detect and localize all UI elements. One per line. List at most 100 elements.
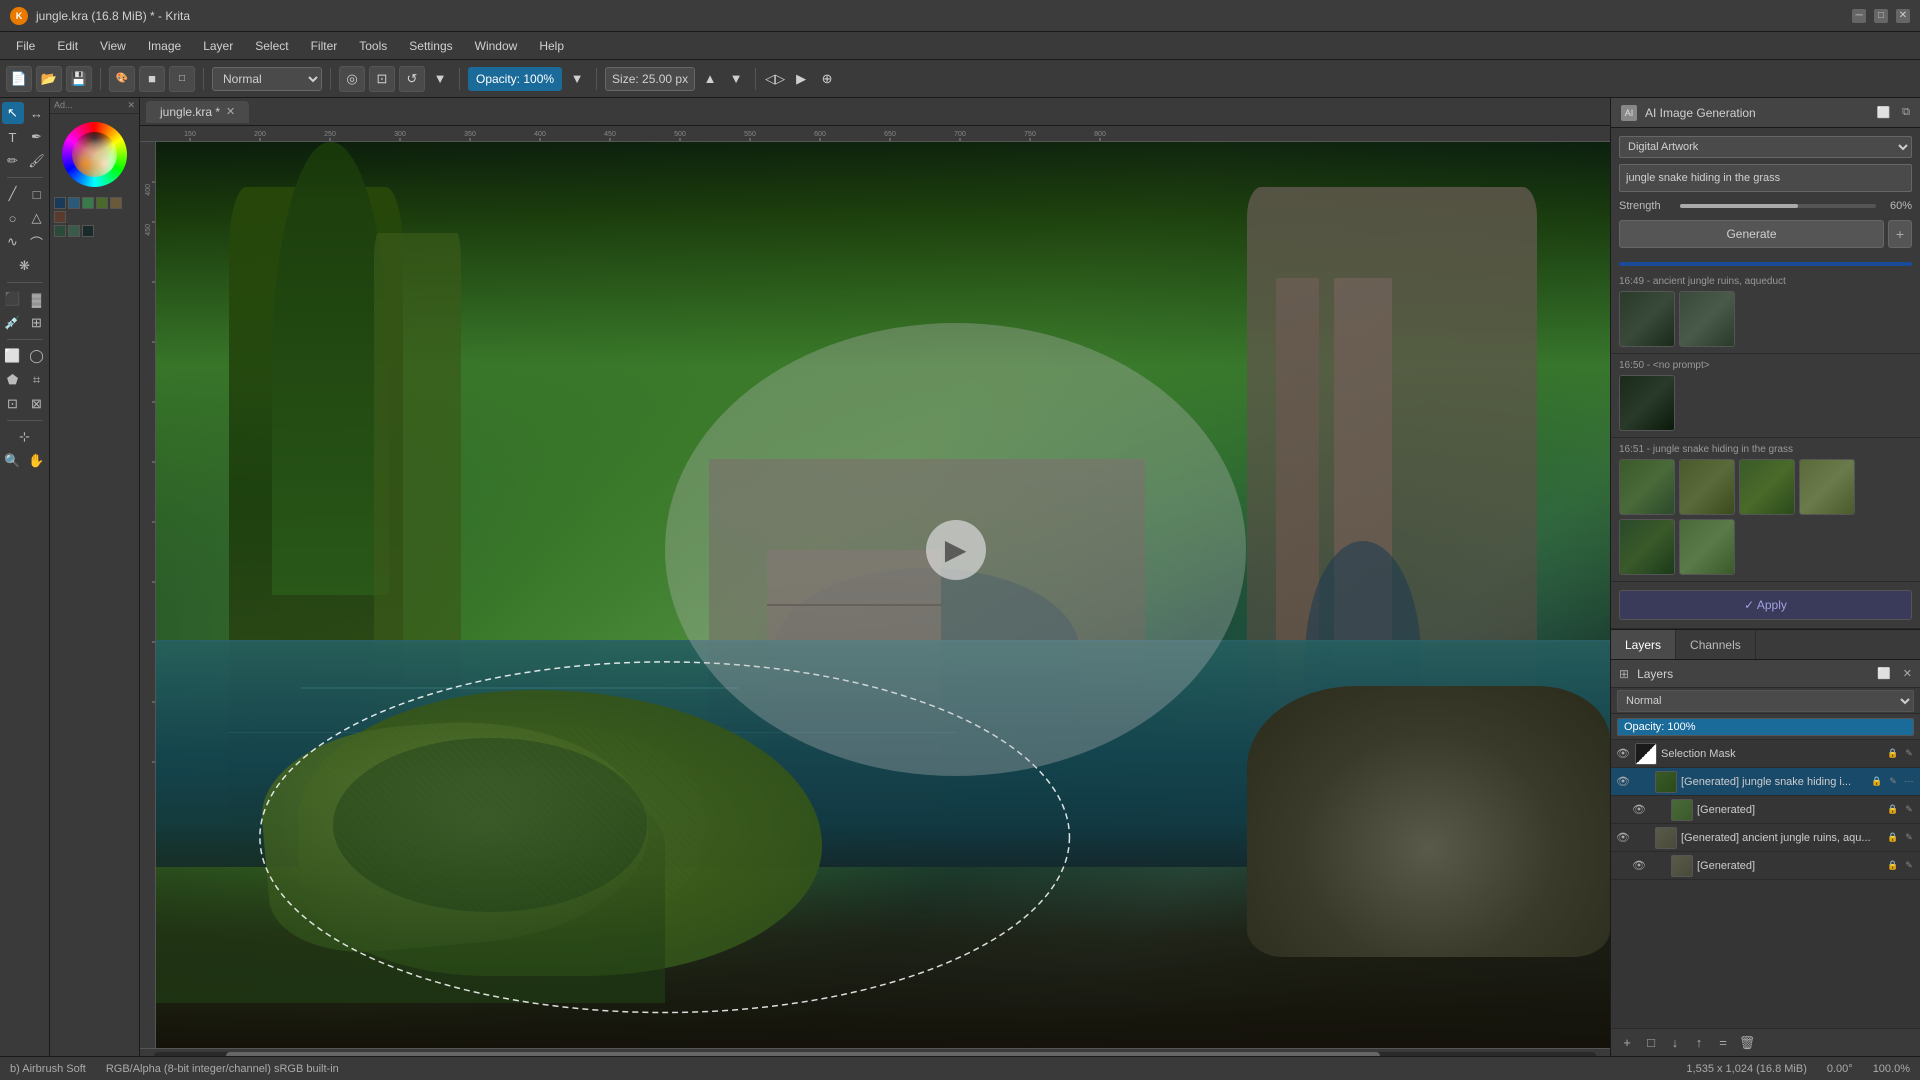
tool-fill[interactable]: ⬛	[2, 288, 24, 310]
layers-panel-float[interactable]: ⬜	[1877, 667, 1891, 680]
reset-brush-btn[interactable]: ↺	[399, 66, 425, 92]
menu-select[interactable]: Select	[245, 36, 298, 56]
size-stepper-up[interactable]: ▲	[699, 68, 721, 90]
layer-lock-sub-1[interactable]: 🔒	[1886, 803, 1900, 817]
tool-rect-select[interactable]: ⬜	[2, 345, 24, 367]
layer-vis-generated-snake[interactable]: 👁	[1615, 774, 1631, 790]
tool-calligraphy[interactable]: ✒	[26, 126, 48, 148]
ai-panel-detach[interactable]: ⧉	[1902, 106, 1910, 119]
opacity-control[interactable]: Opacity: 100%	[468, 67, 562, 91]
tab-channels[interactable]: Channels	[1676, 630, 1756, 659]
layer-generated-ruins[interactable]: 👁 [Generated] ancient jungle ruins, aqu.…	[1611, 824, 1920, 852]
bg-color-btn[interactable]: □	[169, 66, 195, 92]
tool-smart-patch[interactable]: ⊞	[26, 312, 48, 334]
layer-edit-ruins[interactable]: ✎	[1902, 831, 1916, 845]
size-stepper-down[interactable]: ▼	[725, 68, 747, 90]
preserve-alpha-btn[interactable]: ⊡	[369, 66, 395, 92]
canvas-tab-jungle[interactable]: jungle.kra * ✕	[146, 101, 249, 123]
gen-thumb-snake-1[interactable]	[1619, 459, 1675, 515]
tool-select[interactable]: ↖	[2, 102, 24, 124]
layer-delete-button[interactable]: 🗑	[1737, 1033, 1757, 1053]
ai-prompt-input[interactable]	[1619, 164, 1912, 192]
layer-generated-sub-1[interactable]: 👁 [Generated] 🔒 ✎	[1611, 796, 1920, 824]
layer-duplicate-button[interactable]: □	[1641, 1033, 1661, 1053]
layer-opacity-bar[interactable]: Opacity: 100%	[1617, 718, 1914, 736]
blend-mode-select[interactable]: Normal	[212, 67, 322, 91]
tool-polygon[interactable]: △	[26, 207, 48, 229]
layer-generated-sub-2[interactable]: 👁 [Generated] 🔒 ✎	[1611, 852, 1920, 880]
layer-edit-selection-mask[interactable]: ✎	[1902, 747, 1916, 761]
tool-contiguous-select[interactable]: ⊡	[2, 393, 24, 415]
gen-thumb-dark-1[interactable]	[1619, 375, 1675, 431]
gen-thumb-snake-5[interactable]	[1619, 519, 1675, 575]
layer-more-generated-snake[interactable]: ⋯	[1902, 775, 1916, 789]
tool-crop[interactable]: ⊹	[14, 426, 36, 448]
layer-edit-sub-1[interactable]: ✎	[1902, 803, 1916, 817]
layer-selection-mask[interactable]: 👁 Selection Mask 🔒 ✎	[1611, 740, 1920, 768]
minimize-button[interactable]: ─	[1852, 9, 1866, 23]
tool-zoom[interactable]: 🔍	[2, 450, 24, 472]
menu-filter[interactable]: Filter	[301, 36, 348, 56]
gen-thumb-snake-3[interactable]	[1739, 459, 1795, 515]
layer-move-up-button[interactable]: ↑	[1689, 1033, 1709, 1053]
fg-bg-color-btn[interactable]: ■	[139, 66, 165, 92]
brush-flow-btn[interactable]: ▶	[790, 68, 812, 90]
layer-vis-generated-sub-1[interactable]: 👁	[1631, 802, 1647, 818]
layer-move-down-button[interactable]: ↓	[1665, 1033, 1685, 1053]
layer-blend-select[interactable]: Normal	[1617, 690, 1914, 712]
h-scrollbar[interactable]	[140, 1048, 1610, 1056]
tool-gradient[interactable]: ▓	[26, 288, 48, 310]
gen-thumb-ruins-2[interactable]	[1679, 291, 1735, 347]
tool-text[interactable]: T	[2, 126, 24, 148]
layer-generated-snake[interactable]: 👁 [Generated] jungle snake hiding i... 🔒…	[1611, 768, 1920, 796]
color-wheel-area[interactable]	[50, 114, 139, 195]
menu-file[interactable]: File	[6, 36, 45, 56]
tool-similar-select[interactable]: ⊠	[26, 393, 48, 415]
swatch-brown[interactable]	[110, 197, 122, 209]
menu-tools[interactable]: Tools	[349, 36, 397, 56]
swatch-dark-teal[interactable]	[54, 225, 66, 237]
tool-bezier[interactable]: ∿	[2, 231, 24, 253]
tool-freehand-select[interactable]: ⌗	[26, 369, 48, 391]
layer-lock-generated-snake[interactable]: 🔒	[1870, 775, 1884, 789]
ai-add-button[interactable]: +	[1888, 220, 1912, 248]
ai-category-select[interactable]: Digital Artwork	[1619, 136, 1912, 158]
tool-rectangle[interactable]: □	[26, 183, 48, 205]
tool-freehand[interactable]: ✏	[2, 150, 24, 172]
maximize-button[interactable]: □	[1874, 9, 1888, 23]
brush-direction-btn[interactable]: ◁▷	[764, 68, 786, 90]
layer-edit-generated-snake[interactable]: ✎	[1886, 775, 1900, 789]
canvas-tab-close[interactable]: ✕	[226, 105, 235, 118]
menu-layer[interactable]: Layer	[193, 36, 243, 56]
mirror-btn[interactable]: ⊕	[816, 68, 838, 90]
ai-strength-slider[interactable]	[1680, 204, 1876, 208]
tool-brush[interactable]: 🖌	[26, 150, 48, 172]
swatch-dark-blue[interactable]	[54, 197, 66, 209]
colors-panel-close[interactable]: ✕	[127, 100, 135, 111]
swatch-olive[interactable]	[96, 197, 108, 209]
tool-line[interactable]: ╱	[2, 183, 24, 205]
menu-settings[interactable]: Settings	[399, 36, 462, 56]
h-scrollbar-track[interactable]	[154, 1052, 1596, 1057]
swatch-darkest[interactable]	[82, 225, 94, 237]
gen-thumb-snake-6[interactable]	[1679, 519, 1735, 575]
tool-eyedropper[interactable]: 💉	[2, 312, 24, 334]
tool-pan[interactable]: ✋	[26, 450, 48, 472]
menu-edit[interactable]: Edit	[47, 36, 88, 56]
tool-polygon-select[interactable]: ⬟	[2, 369, 24, 391]
tool-circle[interactable]: ○	[2, 207, 24, 229]
apply-button[interactable]: ✓ Apply	[1619, 590, 1912, 620]
ai-panel-expand[interactable]: ⬜	[1876, 106, 1890, 119]
tool-transform[interactable]: ↔	[26, 102, 48, 124]
layer-lock-ruins[interactable]: 🔒	[1886, 831, 1900, 845]
gen-thumb-ruins-1[interactable]	[1619, 291, 1675, 347]
open-file-button[interactable]: 📂	[36, 66, 62, 92]
swatch-dark-brown[interactable]	[54, 211, 66, 223]
new-file-button[interactable]: 📄	[6, 66, 32, 92]
layer-vis-generated-sub-2[interactable]: 👁	[1631, 858, 1647, 874]
h-scrollbar-thumb[interactable]	[226, 1052, 1380, 1057]
layer-lock-sub-2[interactable]: 🔒	[1886, 859, 1900, 873]
menu-window[interactable]: Window	[465, 36, 528, 56]
layer-merge-button[interactable]: =	[1713, 1033, 1733, 1053]
close-button[interactable]: ✕	[1896, 9, 1910, 23]
